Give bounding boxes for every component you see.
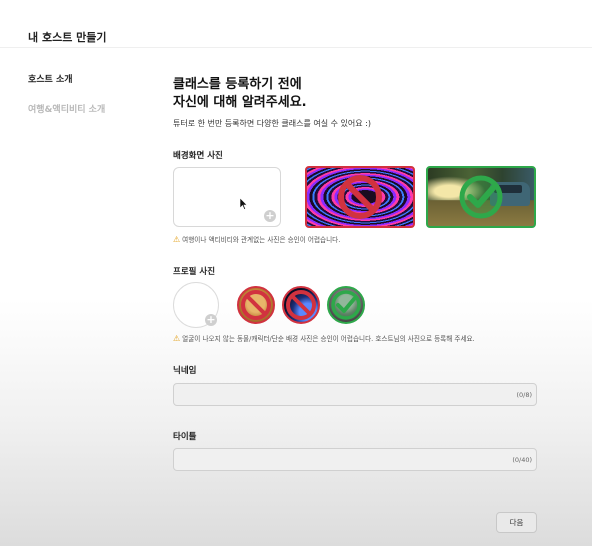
- sidebar: 호스트 소개 여행&액티비티 소개: [28, 72, 105, 132]
- intro-headline-line1: 클래스를 등록하기 전에: [173, 77, 302, 92]
- background-photo-notice-text: 여행이나 액티비티와 관계없는 사진은 승인이 어렵습니다.: [182, 236, 341, 244]
- add-icon: +: [205, 313, 217, 326]
- prohibited-icon: [286, 290, 316, 320]
- background-photo-label: 배경화면 사진: [173, 151, 223, 161]
- title-input[interactable]: (0/40): [173, 448, 537, 471]
- profile-photo-notice-text: 얼굴이 나오지 않는 동물/캐릭터/단순 배경 사진은 승인이 어렵습니다. 호…: [182, 335, 475, 343]
- profile-photo-label: 프로필 사진: [173, 267, 216, 277]
- mouse-cursor-icon: [240, 198, 248, 210]
- sidebar-item-host-intro[interactable]: 호스트 소개: [28, 72, 105, 85]
- next-button[interactable]: 다음: [496, 512, 537, 533]
- profile-example-face-approved: [327, 286, 365, 324]
- page-title: 내 호스트 만들기: [28, 31, 107, 44]
- background-photo-upload[interactable]: +: [173, 167, 281, 227]
- intro-subtitle: 튜터로 한 번만 등록하면 다양한 클래스를 여실 수 있어요 :): [173, 119, 371, 128]
- profile-photo-notice: ⚠ 얼굴이 나오지 않는 동물/캐릭터/단순 배경 사진은 승인이 어렵습니다. …: [173, 333, 475, 343]
- warning-icon: ⚠: [173, 235, 181, 244]
- profile-photo-upload[interactable]: +: [173, 282, 219, 328]
- intro-headline: 클래스를 등록하기 전에 자신에 대해 알려주세요.: [173, 76, 543, 112]
- intro-section: 클래스를 등록하기 전에 자신에 대해 알려주세요. 튜터로 한 번만 등록하면…: [173, 76, 543, 129]
- sidebar-item-trip-activity-intro[interactable]: 여행&액티비티 소개: [28, 102, 105, 115]
- nickname-char-counter: (0/8): [516, 391, 532, 399]
- title-label: 타이틀: [173, 432, 197, 442]
- check-icon: [331, 290, 361, 320]
- prohibited-icon: [241, 290, 271, 320]
- profile-example-animal-rejected: [237, 286, 275, 324]
- intro-headline-line2: 자신에 대해 알려주세요.: [173, 95, 307, 110]
- check-icon: [459, 175, 503, 219]
- prohibited-icon: [338, 175, 382, 219]
- add-icon: +: [264, 209, 276, 222]
- nickname-input[interactable]: (0/8): [173, 383, 537, 406]
- warning-icon: ⚠: [173, 334, 181, 343]
- header-bar: 내 호스트 만들기: [0, 0, 592, 48]
- profile-example-background-rejected: [282, 286, 320, 324]
- title-char-counter: (0/40): [512, 456, 532, 464]
- nickname-label: 닉네임: [173, 366, 197, 376]
- background-photo-notice: ⚠ 여행이나 액티비티와 관계없는 사진은 승인이 어렵습니다.: [173, 234, 340, 244]
- background-example-rejected: [305, 166, 415, 228]
- background-example-approved: [426, 166, 536, 228]
